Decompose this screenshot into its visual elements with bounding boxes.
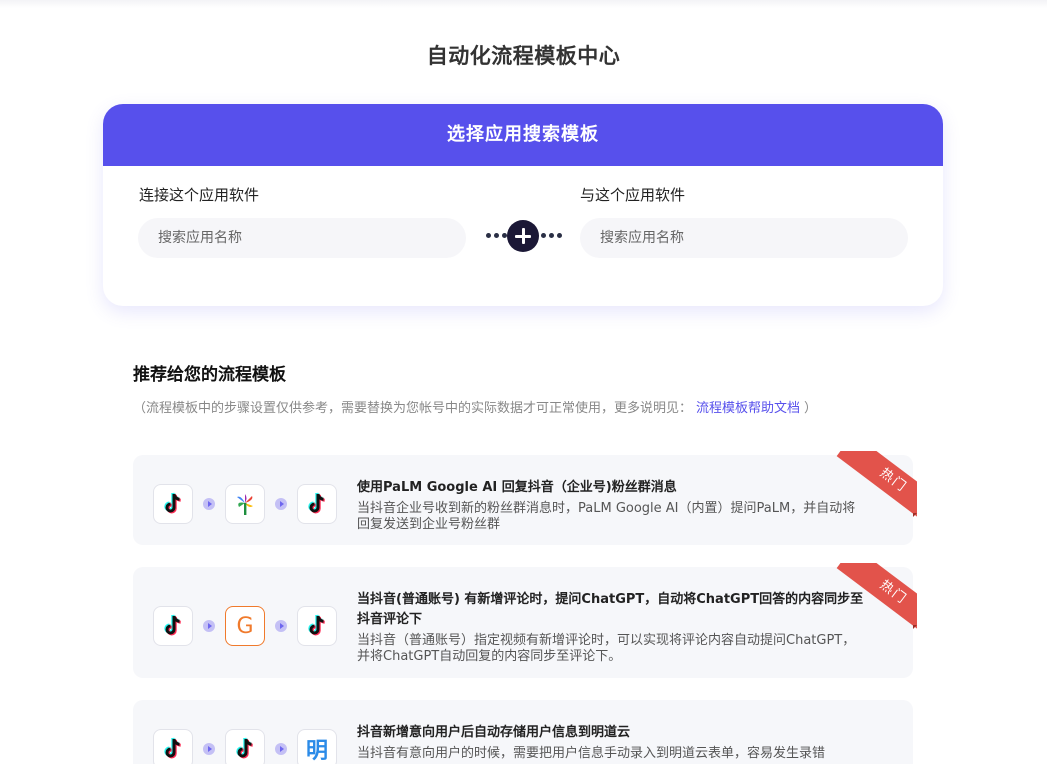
top-shade — [0, 0, 1047, 8]
template-card[interactable]: G 当抖音(普通账号) 有新增评论时，提问ChatGPT，自动将ChatGPT回… — [133, 563, 917, 678]
template-desc: 当抖音企业号收到新的粉丝群消息时，PaLM Google AI（内置）提问PaL… — [357, 501, 856, 532]
hot-badge: 热门 — [829, 451, 917, 521]
hot-badge-label: 热门 — [836, 451, 917, 521]
arrow-right-icon — [275, 620, 287, 632]
app-chain — [153, 484, 337, 524]
card-body: 使用PaLM Google AI 回复抖音（企业号)粉丝群消息 当抖音企业号收到… — [357, 478, 867, 533]
app-chain: G — [153, 606, 337, 646]
dots-right — [541, 233, 562, 238]
app-chain: 明 — [153, 729, 337, 764]
template-title: 抖音新增意向用户后自动存储用户信息到明道云 — [357, 725, 631, 740]
tiktok-icon — [153, 484, 193, 524]
tiktok-icon — [297, 606, 337, 646]
connect-app-label: 连接这个应用软件 — [139, 186, 260, 204]
arrow-right-icon — [275, 743, 287, 755]
connect-app-search-input[interactable] — [138, 218, 466, 258]
note-suffix: ） — [804, 401, 818, 416]
search-card-header: 选择应用搜索模板 — [103, 104, 943, 166]
arrow-right-icon — [275, 498, 287, 510]
tiktok-icon — [153, 606, 193, 646]
plus-icon — [507, 220, 539, 252]
with-app-label: 与这个应用软件 — [580, 186, 686, 204]
template-desc: 当抖音有意向用户的时候，需要把用户信息手动录入到明道云表单，容易发生录错 — [357, 746, 826, 761]
card-body: 当抖音(普通账号) 有新增评论时，提问ChatGPT，自动将ChatGPT回答的… — [357, 590, 867, 665]
with-app-search-input[interactable] — [580, 218, 908, 258]
page-title: 自动化流程模板中心 — [426, 44, 621, 68]
template-title: 使用PaLM Google AI 回复抖音（企业号)粉丝群消息 — [357, 480, 677, 495]
template-card[interactable]: 明 抖音新增意向用户后自动存储用户信息到明道云 当抖音有意向用户的时候，需要把用… — [133, 700, 913, 764]
hot-badge-label: 热门 — [836, 563, 917, 633]
tiktok-icon — [297, 484, 337, 524]
dots-left — [486, 233, 507, 238]
card-body: 抖音新增意向用户后自动存储用户信息到明道云 当抖音有意向用户的时候，需要把用户信… — [357, 723, 867, 762]
arrow-right-icon — [203, 620, 215, 632]
tiktok-icon — [153, 729, 193, 764]
g-icon: G — [225, 606, 265, 646]
mingdao-icon: 明 — [297, 729, 337, 764]
template-search-card: 选择应用搜索模板 连接这个应用软件 与这个应用软件 — [103, 104, 943, 306]
ribbon-fold — [913, 513, 917, 517]
template-desc: 当抖音（普通账号）指定视频有新增评论时，可以实现将评论内容自动提问ChatGPT… — [357, 633, 856, 664]
note-prefix: （流程模板中的步骤设置仅供参考，需要替换为您帐号中的实际数据才可正常使用，更多说… — [133, 401, 693, 416]
connector — [484, 220, 562, 254]
template-card[interactable]: 使用PaLM Google AI 回复抖音（企业号)粉丝群消息 当抖音企业号收到… — [133, 451, 917, 545]
arrow-right-icon — [203, 743, 215, 755]
template-title: 当抖音(普通账号) 有新增评论时，提问ChatGPT，自动将ChatGPT回答的… — [357, 592, 864, 627]
palm-icon — [225, 484, 265, 524]
recommend-note: （流程模板中的步骤设置仅供参考，需要替换为您帐号中的实际数据才可正常使用，更多说… — [133, 397, 817, 416]
help-doc-link[interactable]: 流程模板帮助文档 — [696, 401, 800, 416]
arrow-right-icon — [203, 498, 215, 510]
recommend-title: 推荐给您的流程模板 — [133, 365, 286, 385]
hot-badge: 热门 — [829, 563, 917, 633]
tiktok-icon — [225, 729, 265, 764]
ribbon-fold — [913, 625, 917, 629]
